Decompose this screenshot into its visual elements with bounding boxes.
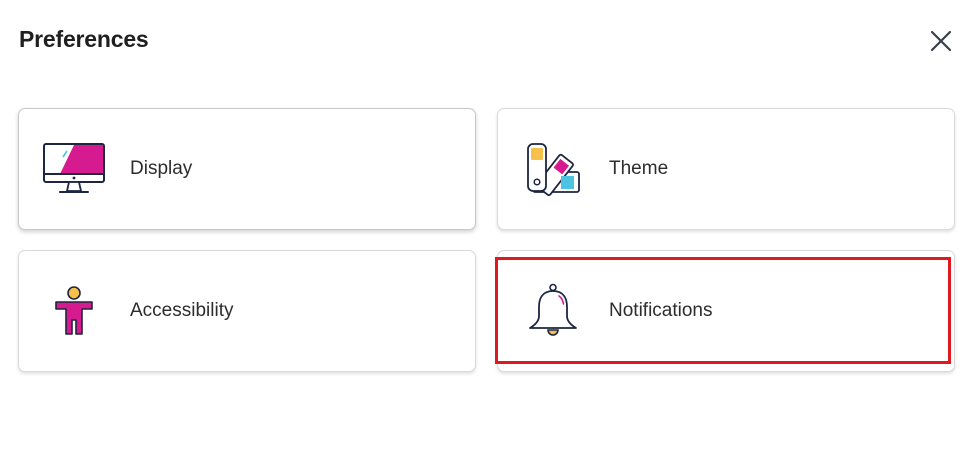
display-card[interactable]: Display [18, 108, 476, 230]
notifications-label: Notifications [609, 300, 713, 321]
color-palette-icon [520, 136, 586, 202]
preferences-dialog: Preferences Display Theme Accessibility … [0, 0, 973, 460]
accessibility-label: Accessibility [130, 300, 234, 321]
bell-icon [520, 278, 586, 344]
theme-label: Theme [609, 158, 669, 179]
monitor-icon [41, 136, 107, 202]
notifications-card[interactable]: Notifications [497, 250, 955, 372]
accessibility-card[interactable]: Accessibility [18, 250, 476, 372]
close-button[interactable] [926, 26, 956, 56]
close-icon [930, 30, 952, 52]
display-label: Display [130, 158, 193, 179]
theme-card[interactable]: Theme [497, 108, 955, 230]
accessibility-person-icon [41, 278, 107, 344]
dialog-title: Preferences [19, 26, 149, 52]
